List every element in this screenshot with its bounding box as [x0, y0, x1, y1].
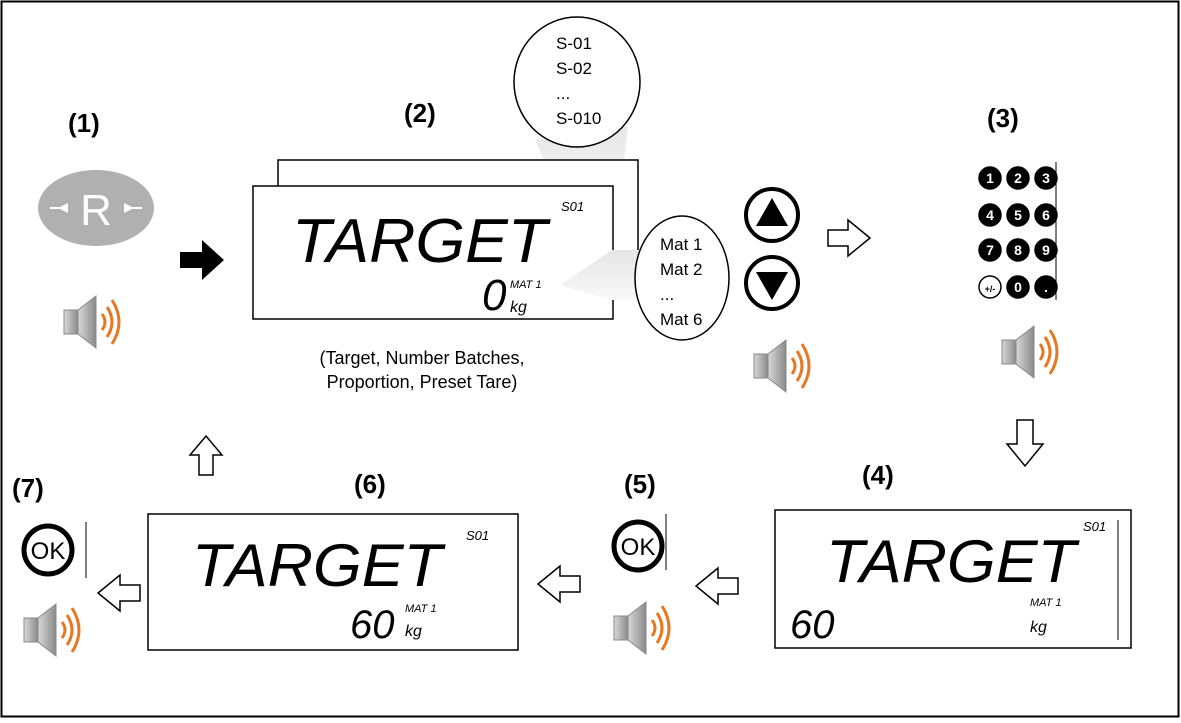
- material-item: Mat 1: [660, 235, 703, 254]
- keypad-key[interactable]: 0: [1006, 275, 1030, 299]
- unit-label: kg: [1030, 619, 1047, 636]
- diagram-stage: R S-01 S-02 ... S-010 TARGET S01 0 MAT 1…: [0, 0, 1181, 718]
- arrow-outline-icon: [96, 573, 141, 613]
- display-value: 60: [350, 603, 395, 647]
- caption-line: (Target, Number Batches,: [319, 348, 525, 368]
- material-item: ...: [660, 285, 674, 304]
- ok-label: OK: [31, 538, 66, 565]
- keypad-key[interactable]: 3: [1034, 166, 1058, 190]
- keypad-key-label: 4: [986, 207, 994, 223]
- keypad-key-label: +/-: [985, 284, 996, 294]
- keypad-key-label: .: [1044, 279, 1048, 295]
- down-button[interactable]: [744, 255, 800, 311]
- step-number: (1): [68, 108, 100, 138]
- keypad-key-label: 1: [986, 170, 994, 186]
- material-item: Mat 2: [660, 260, 703, 279]
- keypad-key[interactable]: 7: [978, 238, 1002, 262]
- unit-label: kg: [405, 623, 422, 640]
- setpoint-indicator: S01: [561, 199, 584, 214]
- keypad-key[interactable]: 2: [1006, 166, 1030, 190]
- arrow-right-solid-icon: [180, 240, 224, 280]
- setpoint-item: S-02: [556, 59, 592, 78]
- ok-button[interactable]: OK: [611, 519, 665, 573]
- parameter-caption: (Target, Number Batches, Proportion, Pre…: [262, 346, 582, 394]
- step-number: (2): [404, 98, 436, 128]
- step-number: (3): [987, 103, 1019, 133]
- display-text: TARGET: [192, 532, 447, 599]
- speaker-icon: [62, 294, 121, 350]
- keypad-key[interactable]: 9: [1034, 238, 1058, 262]
- material-indicator: MAT 1: [1030, 597, 1062, 609]
- keypad-key-label: 7: [986, 242, 994, 258]
- keypad-key[interactable]: 6: [1034, 203, 1058, 227]
- material-item: Mat 6: [660, 310, 703, 329]
- setpoint-indicator: S01: [1083, 519, 1106, 534]
- keypad-key[interactable]: 8: [1006, 238, 1030, 262]
- ok-button[interactable]: OK: [21, 523, 75, 577]
- display-text: TARGET: [292, 207, 551, 276]
- keypad-key-label: 0: [1014, 279, 1022, 295]
- r-key-button[interactable]: R: [38, 170, 154, 246]
- speaker-icon: [1000, 324, 1059, 380]
- numeric-keypad: 1 2 3 4 5 6 7 8 9 +/- 0.: [978, 162, 1058, 300]
- step-number: (7): [12, 473, 44, 503]
- keypad-key-label: 3: [1042, 170, 1050, 186]
- arrow-outline-icon: [694, 566, 739, 606]
- display-step4: TARGET S01 60 MAT 1 kg: [774, 509, 1132, 649]
- step-number: (6): [354, 469, 386, 499]
- speaker-icon: [22, 602, 81, 658]
- material-indicator: MAT 1: [510, 279, 542, 291]
- keypad-key-label: 5: [1014, 207, 1022, 223]
- arrow-outline-icon: [188, 434, 224, 476]
- keypad-key[interactable]: .: [1034, 275, 1058, 299]
- arrow-outline-icon: [1005, 419, 1045, 468]
- keypad-key[interactable]: 1: [978, 166, 1002, 190]
- ok-label: OK: [621, 534, 656, 561]
- setpoint-item: S-010: [556, 109, 601, 128]
- up-button[interactable]: [744, 187, 800, 243]
- display-value: 0: [482, 271, 507, 320]
- arrow-outline-icon: [827, 218, 872, 258]
- arrow-outline-icon: [536, 564, 581, 604]
- keypad-key[interactable]: 5: [1006, 203, 1030, 227]
- r-key-label: R: [80, 186, 112, 235]
- speaker-icon: [752, 338, 811, 394]
- keypad-key-label: 2: [1014, 170, 1022, 186]
- display-value: 60: [790, 603, 835, 647]
- keypad-key-label: 6: [1042, 207, 1050, 223]
- material-indicator: MAT 1: [405, 603, 437, 615]
- keypad-key[interactable]: 4: [978, 203, 1002, 227]
- display-step2: TARGET S01 0 MAT 1 kg: [252, 185, 614, 320]
- speaker-icon: [612, 600, 671, 656]
- keypad-key[interactable]: +/-: [978, 275, 1002, 299]
- setpoint-item: S-01: [556, 34, 592, 53]
- setpoint-indicator: S01: [466, 528, 489, 543]
- keypad-key-label: 8: [1014, 242, 1022, 258]
- step-number: (5): [624, 469, 656, 499]
- keypad-key-label: 9: [1042, 242, 1050, 258]
- setpoint-item: ...: [556, 84, 570, 103]
- step-number: (4): [862, 460, 894, 490]
- display-text: TARGET: [826, 528, 1081, 595]
- caption-line: Proportion, Preset Tare): [326, 372, 518, 392]
- display-step6: TARGET S01 60 MAT 1 kg: [147, 513, 519, 651]
- unit-label: kg: [510, 299, 527, 316]
